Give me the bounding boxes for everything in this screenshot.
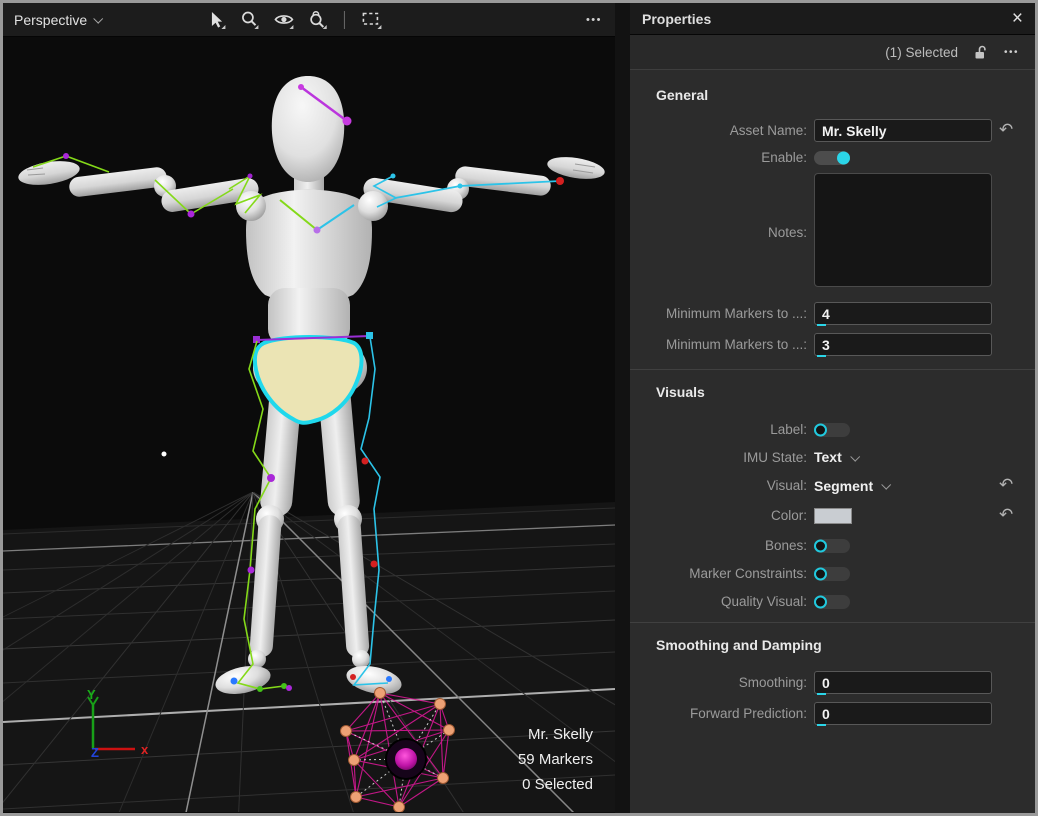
smoothing-header: Smoothing and Damping bbox=[630, 623, 1035, 655]
gizmo-y-label: Y bbox=[87, 687, 96, 702]
notes-label: Notes: bbox=[634, 225, 807, 240]
imu-state-dropdown[interactable]: Text bbox=[814, 449, 992, 465]
status-selected-count: 0 Selected bbox=[522, 776, 593, 793]
visuals-header: Visuals bbox=[630, 370, 1035, 402]
pane-splitter[interactable] bbox=[615, 3, 630, 813]
zoom-icon[interactable] bbox=[240, 10, 260, 30]
unlock-icon[interactable] bbox=[974, 45, 988, 60]
reset-color-icon[interactable]: ↶ bbox=[999, 505, 1013, 524]
reset-visual-icon[interactable]: ↶ bbox=[999, 475, 1013, 494]
marker-constraints-toggle[interactable] bbox=[814, 567, 850, 581]
chevron-down-icon bbox=[850, 451, 860, 461]
min-markers-track-label: Minimum Markers to ...: bbox=[634, 337, 807, 352]
notes-field[interactable] bbox=[814, 173, 992, 287]
quality-visual-toggle[interactable] bbox=[814, 595, 850, 609]
gizmo-z-label: Z bbox=[91, 745, 99, 760]
zoom-lock-icon[interactable] bbox=[308, 10, 328, 30]
visual-label: Visual: bbox=[634, 478, 807, 493]
status-marker-count: 59 Markers bbox=[518, 751, 593, 768]
reset-asset-name-icon[interactable]: ↶ bbox=[999, 120, 1013, 139]
label-toggle[interactable] bbox=[814, 423, 850, 437]
visual-dropdown[interactable]: Segment bbox=[814, 478, 992, 494]
imu-state-label: IMU State: bbox=[634, 450, 807, 465]
quality-visual-label: Quality Visual: bbox=[634, 594, 807, 609]
bones-toggle[interactable] bbox=[814, 539, 850, 553]
viewport-toolbar: Perspective bbox=[3, 3, 615, 37]
selected-count-badge: (1) Selected bbox=[885, 45, 958, 60]
viewport-menu-button[interactable]: ••• bbox=[586, 14, 615, 26]
visual-value: Segment bbox=[814, 478, 873, 494]
camera-mode-label: Perspective bbox=[14, 12, 87, 28]
camera-mode-dropdown[interactable]: Perspective bbox=[3, 12, 101, 28]
chevron-down-icon bbox=[93, 14, 103, 24]
select-cursor-icon[interactable] bbox=[207, 10, 227, 30]
min-markers-boot-input[interactable] bbox=[814, 302, 992, 325]
panel-menu-button[interactable]: ••• bbox=[1004, 47, 1019, 58]
enable-label: Enable: bbox=[634, 150, 807, 165]
gizmo-x-label: x bbox=[141, 742, 149, 757]
panel-title-text: Properties bbox=[642, 11, 711, 27]
section-visuals: Visuals Label: IMU State: Text Visual: bbox=[630, 369, 1035, 609]
properties-body: General Asset Name: ↶ Enable: Notes: bbox=[630, 70, 1035, 813]
properties-titlebar: Properties × bbox=[630, 3, 1035, 35]
smoothing-label: Smoothing: bbox=[634, 675, 807, 690]
viewport-3d[interactable]: Y x Z Mr. Skelly 59 Markers 0 Selected bbox=[3, 37, 615, 813]
section-smoothing: Smoothing and Damping Smoothing: Forward… bbox=[630, 622, 1035, 725]
forward-prediction-input[interactable] bbox=[814, 702, 992, 725]
viewport-pane: Perspective bbox=[3, 3, 615, 813]
selection-header: (1) Selected ••• bbox=[630, 35, 1035, 70]
asset-name-input[interactable] bbox=[814, 119, 992, 142]
bones-label: Bones: bbox=[634, 538, 807, 553]
properties-panel: Properties × (1) Selected ••• General As… bbox=[630, 3, 1035, 813]
visibility-eye-icon[interactable] bbox=[273, 10, 295, 30]
label-toggle-label: Label: bbox=[634, 422, 807, 437]
smoothing-input[interactable] bbox=[814, 671, 992, 694]
selection-status: Mr. Skelly 59 Markers 0 Selected bbox=[518, 726, 594, 793]
toolbar-divider bbox=[344, 11, 345, 29]
color-label: Color: bbox=[634, 508, 807, 523]
status-asset-name: Mr. Skelly bbox=[528, 726, 594, 743]
imu-state-value: Text bbox=[814, 449, 842, 465]
color-swatch[interactable] bbox=[814, 508, 852, 524]
close-icon[interactable]: × bbox=[1012, 9, 1023, 28]
chevron-down-icon bbox=[881, 480, 891, 490]
section-general: General Asset Name: ↶ Enable: Notes: bbox=[630, 73, 1035, 356]
marker-constraints-label: Marker Constraints: bbox=[634, 566, 807, 581]
min-markers-track-input[interactable] bbox=[814, 333, 992, 356]
min-markers-boot-label: Minimum Markers to ...: bbox=[634, 306, 807, 321]
enable-toggle[interactable] bbox=[814, 151, 850, 165]
stray-marker-dot[interactable] bbox=[162, 452, 167, 457]
motive-window: Perspective bbox=[0, 0, 1038, 816]
marquee-select-icon[interactable] bbox=[361, 10, 383, 30]
general-header: General bbox=[630, 73, 1035, 105]
asset-name-label: Asset Name: bbox=[634, 123, 807, 138]
forward-prediction-label: Forward Prediction: bbox=[634, 706, 807, 721]
